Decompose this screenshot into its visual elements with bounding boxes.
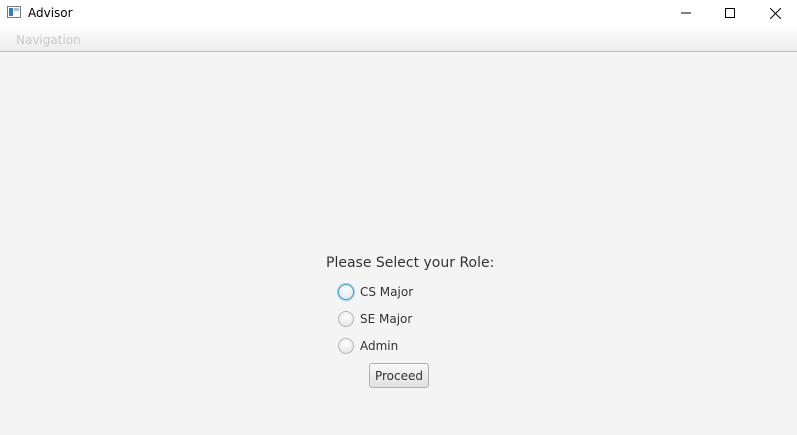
window-title: Advisor (28, 6, 73, 20)
radio-cs-major[interactable]: CS Major (338, 283, 413, 301)
close-button[interactable] (752, 0, 797, 26)
radio-circle-admin[interactable] (338, 338, 354, 354)
radio-circle-cs-major[interactable] (338, 284, 354, 300)
maximize-icon (725, 8, 735, 18)
title-bar[interactable]: Advisor (0, 0, 797, 26)
radio-se-major[interactable]: SE Major (338, 310, 412, 328)
radio-circle-se-major[interactable] (338, 311, 354, 327)
close-icon (769, 7, 781, 19)
application-window: Advisor Navigation Please Select your Ro… (0, 0, 797, 435)
role-prompt: Please Select your Role: (326, 255, 495, 271)
radio-label-cs-major[interactable]: CS Major (360, 285, 413, 299)
radio-label-admin[interactable]: Admin (360, 339, 398, 353)
minimize-icon (681, 12, 691, 14)
maximize-button[interactable] (707, 0, 753, 26)
app-icon (7, 6, 21, 18)
radio-label-se-major[interactable]: SE Major (360, 312, 412, 326)
radio-admin[interactable]: Admin (338, 337, 398, 355)
minimize-button[interactable] (663, 0, 709, 26)
menu-bar: Navigation (0, 26, 797, 52)
main-content: Please Select your Role: CS Major SE Maj… (0, 52, 797, 435)
menu-navigation[interactable]: Navigation (16, 33, 81, 47)
proceed-button[interactable]: Proceed (369, 363, 429, 388)
